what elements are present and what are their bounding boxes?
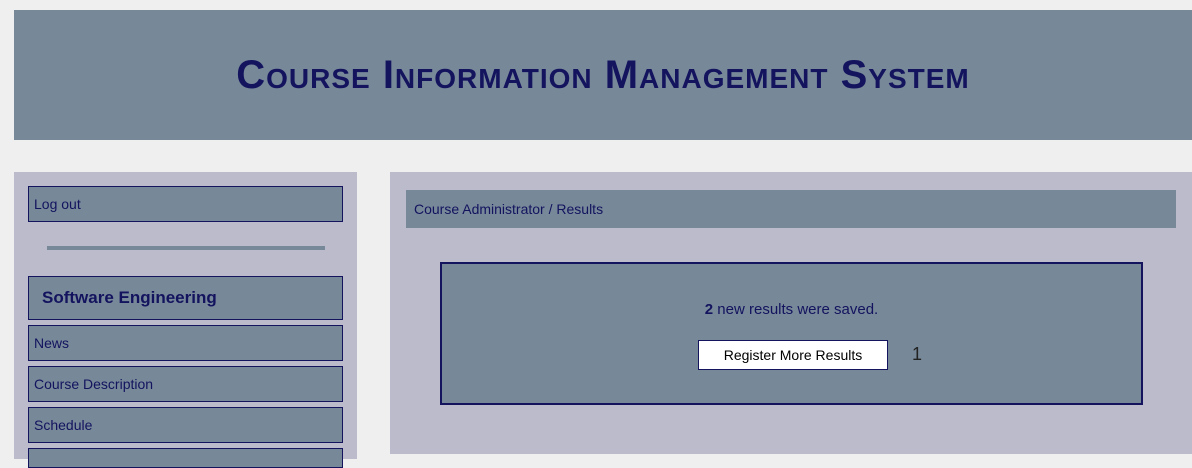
breadcrumb-text: Course Administrator / Results: [414, 201, 604, 217]
sidebar-item-schedule[interactable]: Schedule: [28, 407, 343, 443]
message-box: 2 new results were saved. Register More …: [440, 262, 1143, 405]
logout-label: Log out: [34, 196, 81, 212]
sidebar-item-course-description[interactable]: Course Description: [28, 366, 343, 402]
sidebar-item-label: Schedule: [34, 417, 93, 433]
main-panel: Course Administrator / Results 2 new res…: [390, 172, 1192, 454]
register-more-results-button[interactable]: Register More Results: [698, 340, 888, 370]
sidebar-item-label: Course Description: [34, 376, 154, 392]
logout-button[interactable]: Log out: [28, 186, 343, 222]
sidebar: Log out Software Engineering News Course…: [14, 172, 357, 468]
sidebar-item-news[interactable]: News: [28, 325, 343, 361]
app-title: Course Information Management System: [236, 52, 970, 97]
page-number: 1: [912, 344, 923, 364]
course-title: Software Engineering: [42, 288, 217, 307]
breadcrumb: Course Administrator / Results: [406, 190, 1176, 228]
sidebar-divider: [47, 246, 325, 250]
save-confirmation-message: 2 new results were saved.: [442, 301, 1141, 318]
saved-count: 2: [704, 301, 714, 318]
sidebar-item-label: News: [34, 335, 70, 351]
course-title-box: Software Engineering: [28, 276, 343, 320]
sidebar-item-partial[interactable]: [28, 448, 343, 468]
app-header: Course Information Management System: [14, 10, 1192, 140]
saved-message-text: new results were saved.: [717, 301, 879, 318]
